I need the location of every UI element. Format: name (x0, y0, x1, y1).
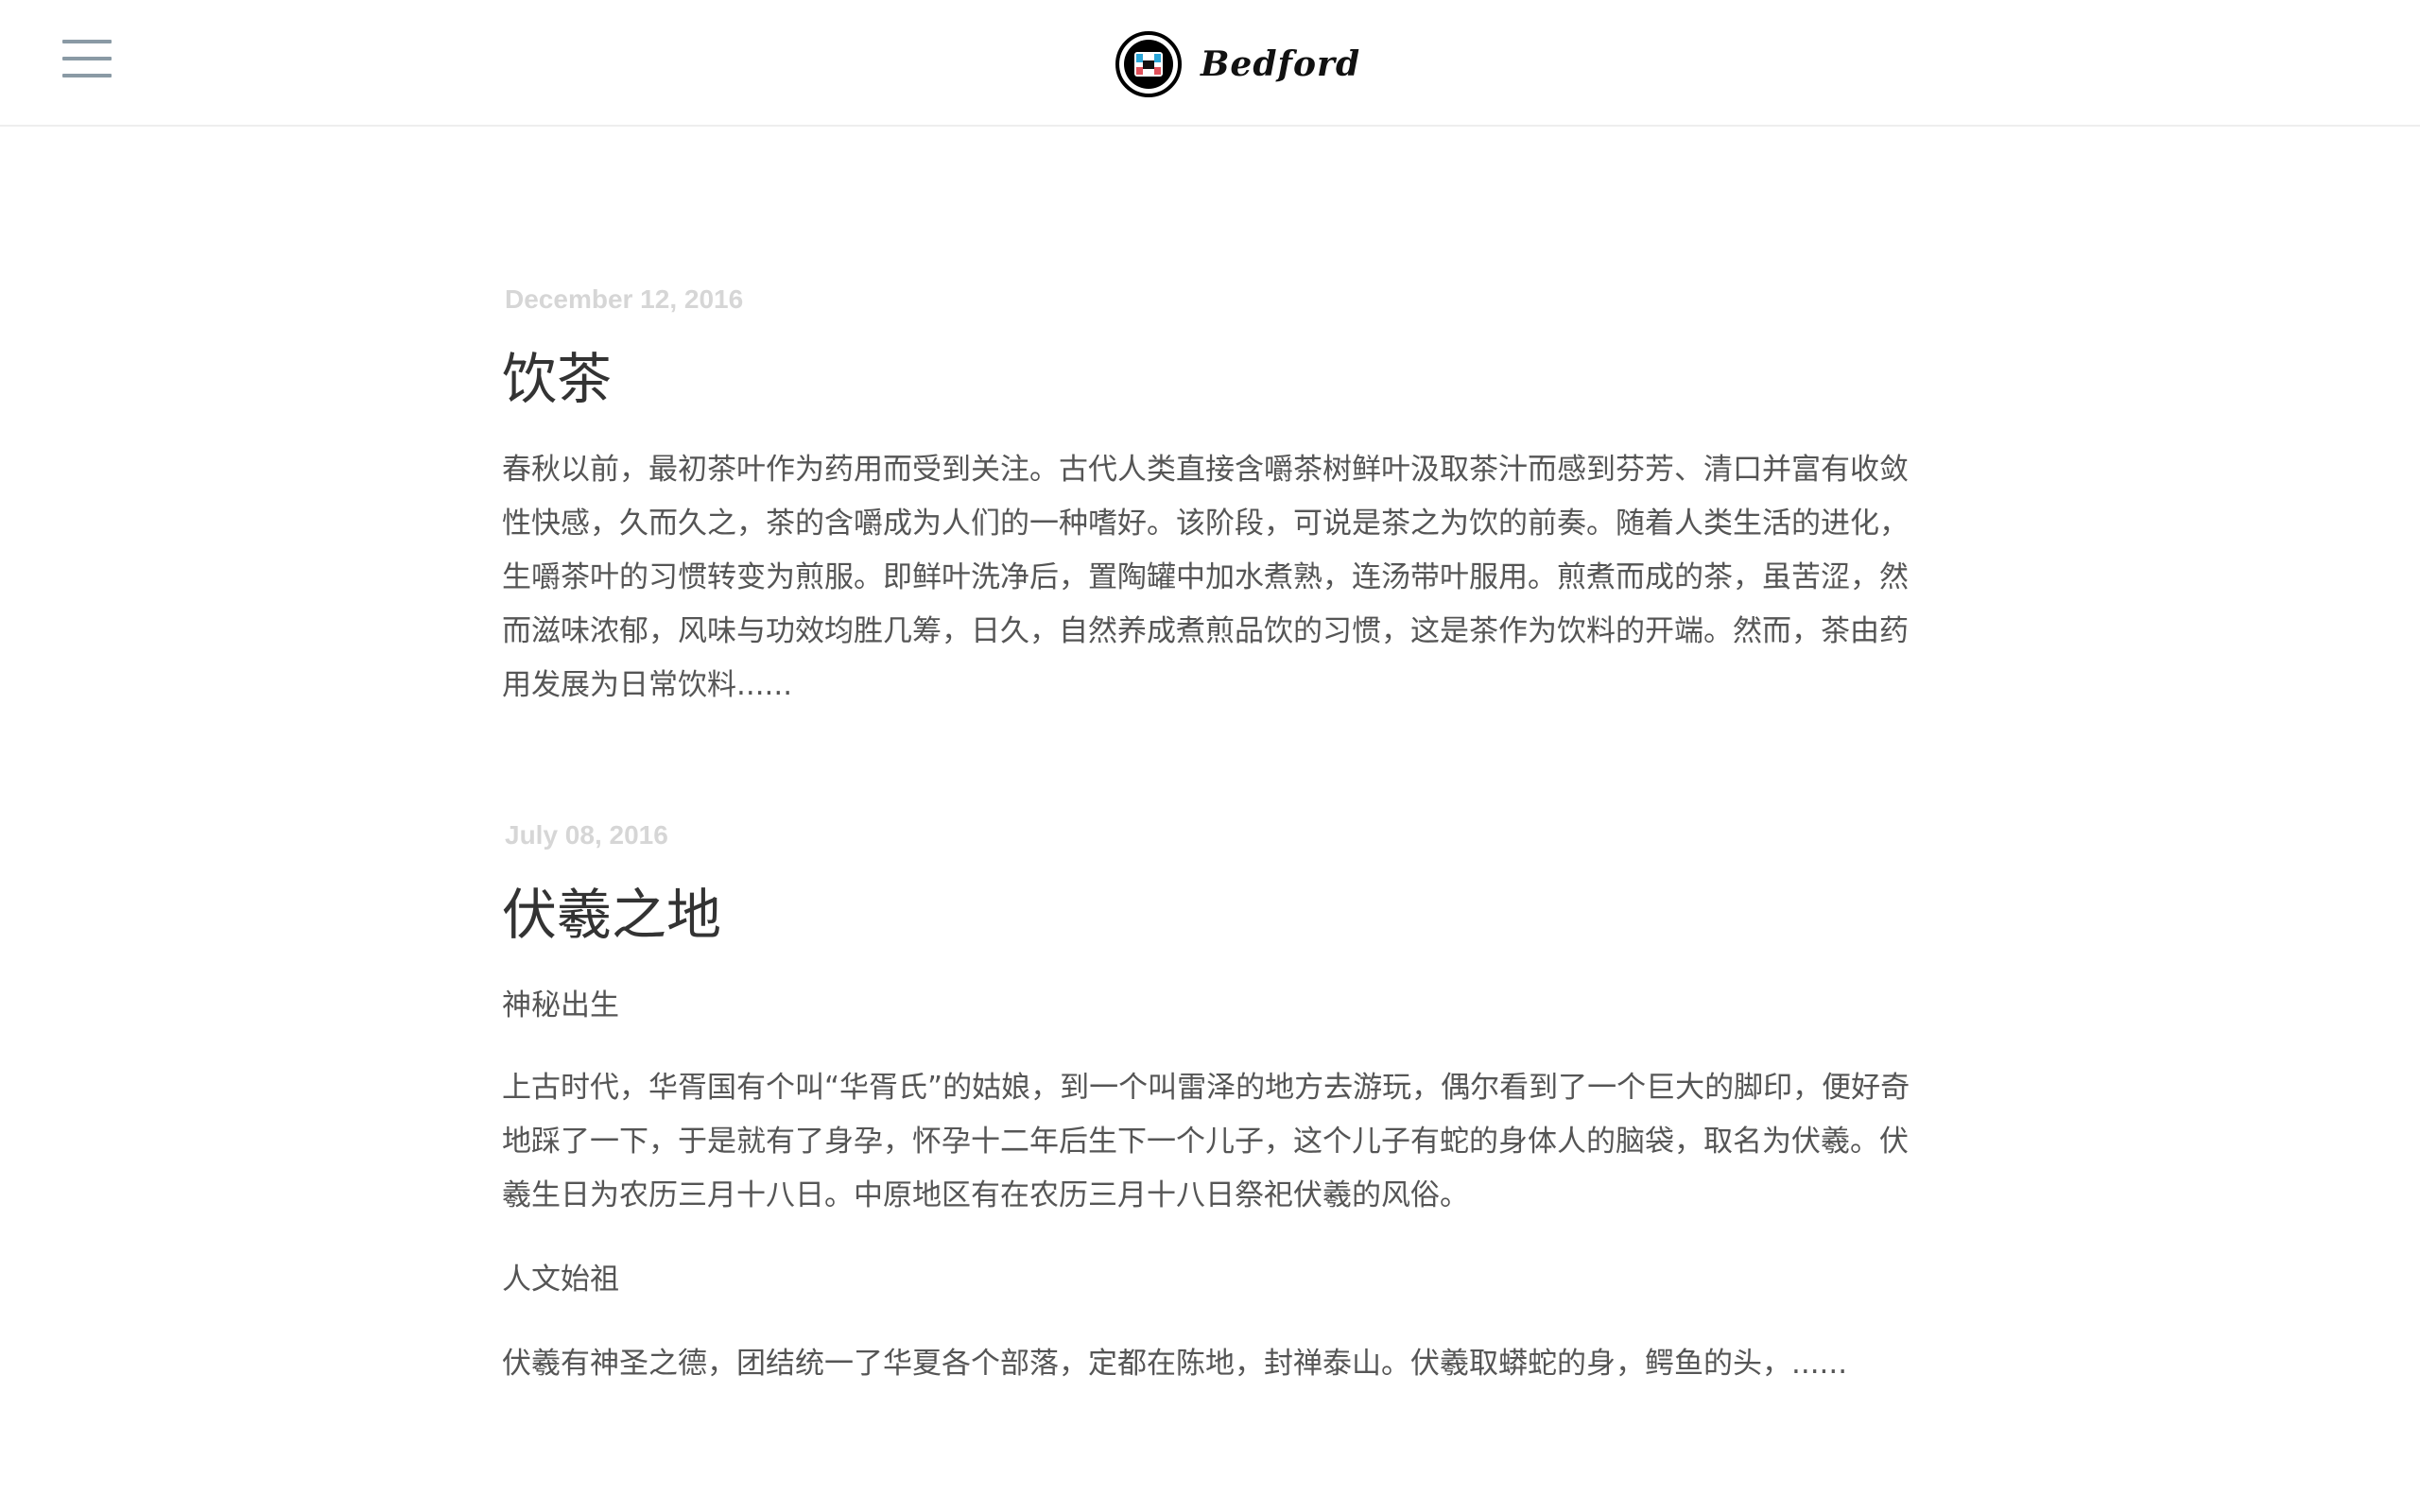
post-item: December 12, 2016 饮茶 春秋以前，最初茶叶作为药用而受到关注。… (502, 281, 1920, 713)
bedford-logo-icon (1115, 31, 1182, 97)
menu-line (62, 40, 112, 43)
post-item: July 08, 2016 伏羲之地 神秘出生 上古时代，华胥国有个叫“华胥氏”… (502, 816, 1920, 1391)
brand-home-link[interactable]: Bedford (1115, 26, 1360, 102)
post-date: December 12, 2016 (505, 284, 744, 314)
menu-line (62, 57, 112, 60)
top-navigation-bar: Bedford (0, 0, 2420, 127)
post-title[interactable]: 饮茶 (502, 341, 1920, 417)
brand-name: Bedford (1201, 44, 1361, 84)
post-title[interactable]: 伏羲之地 (502, 877, 1920, 953)
post-section-body: 伏羲有神圣之德，团结统一了华夏各个部落，定都在陈地，封禅泰山。伏羲取蟒蛇的身，鳄… (502, 1347, 1848, 1381)
post-excerpt: 春秋以前，最初茶叶作为药用而受到关注。古代人类直接含嚼茶树鲜叶汲取茶汁而感到芬芳… (502, 453, 1909, 702)
post-section-heading: 神秘出生 (502, 988, 619, 1022)
post-section-heading: 人文始祖 (502, 1263, 619, 1297)
hamburger-menu-icon[interactable] (57, 36, 113, 81)
menu-line (62, 74, 112, 77)
post-list: December 12, 2016 饮茶 春秋以前，最初茶叶作为药用而受到关注。… (502, 127, 1920, 1391)
post-date: July 08, 2016 (505, 820, 668, 850)
post-section-body: 上古时代，华胥国有个叫“华胥氏”的姑娘，到一个叫雷泽的地方去游玩，偶尔看到了一个… (502, 1071, 1910, 1212)
